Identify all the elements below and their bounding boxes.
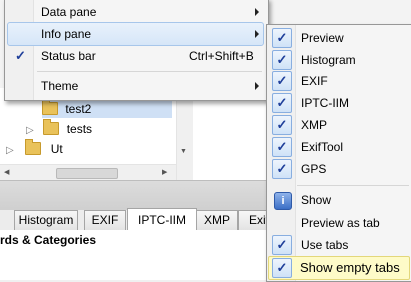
menu-item-label: Show empty tabs (300, 260, 400, 275)
tree-item-test2[interactable]: test2 (42, 99, 172, 118)
check-icon: ✓ (272, 50, 292, 70)
submenu-arrow-icon (255, 82, 259, 90)
menu-item-preview-as-tab[interactable]: Preview as tab (269, 212, 409, 234)
menu-item-show-empty-tabs[interactable]: ✓ Show empty tabs (268, 256, 410, 280)
menu-item-label: Data pane (41, 5, 97, 19)
menu-item-iptc-iim[interactable]: ✓ IPTC-IIM (269, 92, 409, 114)
menu-item-label: Theme (41, 79, 79, 93)
check-icon: ✓ (272, 235, 292, 255)
menu-item-gps[interactable]: ✓ GPS (269, 158, 409, 180)
tree-vertical-scrollbar[interactable]: ▼ (176, 88, 193, 180)
scrollbar-thumb[interactable] (56, 168, 118, 179)
info-pane-submenu: ✓ Preview ✓ Histogram ✓ EXIF ✓ IPTC-IIM … (266, 24, 411, 282)
menu-item-histogram[interactable]: ✓ Histogram (269, 49, 409, 71)
menu-separator (37, 71, 262, 72)
tab-xmp[interactable]: XMP (196, 210, 238, 230)
menu-item-label: GPS (301, 162, 327, 176)
menu-item-theme[interactable]: Theme (7, 75, 264, 97)
menu-item-status-bar[interactable]: ✓ Status bar Ctrl+Shift+B (7, 45, 264, 67)
scroll-right-icon[interactable]: ▶ (162, 168, 167, 176)
menu-item-exif[interactable]: ✓ EXIF (269, 70, 409, 92)
menu-item-use-tabs[interactable]: ✓ Use tabs (269, 234, 409, 256)
tree-item-label: test2 (65, 102, 92, 116)
menu-item-label: Show (301, 193, 332, 207)
scroll-left-icon[interactable]: ◀ (4, 168, 9, 176)
tab-exif[interactable]: EXIF (84, 210, 126, 230)
check-icon: ✓ (272, 93, 292, 113)
folder-icon (43, 119, 60, 135)
menu-item-label: EXIF (301, 74, 328, 88)
menu-item-label: Info pane (41, 27, 92, 41)
menu-item-data-pane[interactable]: Data pane (7, 1, 264, 23)
menu-item-xmp[interactable]: ✓ XMP (269, 114, 409, 136)
menu-item-label: IPTC-IIM (301, 96, 349, 110)
view-menu: Data pane Info pane ✓ Status bar Ctrl+Sh… (4, 0, 269, 101)
menu-item-preview[interactable]: ✓ Preview (269, 27, 409, 49)
menu-item-label: Use tabs (301, 238, 349, 252)
menu-item-label: ExifTool (301, 140, 344, 154)
folder-icon (25, 139, 42, 155)
menu-item-label: Preview (301, 31, 344, 45)
menu-item-label: Histogram (301, 53, 356, 67)
menu-item-label: Status bar (41, 49, 96, 63)
menu-item-shortcut: Ctrl+Shift+B (189, 49, 254, 63)
menu-item-show[interactable]: i Show (269, 189, 409, 211)
menu-item-exiftool[interactable]: ✓ ExifTool (269, 136, 409, 158)
check-icon: ✓ (272, 28, 292, 48)
expand-arrow-icon[interactable]: ▷ (26, 122, 36, 140)
check-icon: ✓ (272, 115, 292, 135)
check-icon: ✓ (272, 137, 292, 157)
expand-arrow-icon[interactable]: ▷ (6, 142, 16, 160)
info-icon: i (274, 192, 292, 210)
tree-item-label: tests (66, 122, 93, 136)
check-icon: ✓ (272, 159, 292, 179)
menu-item-label: XMP (301, 118, 328, 132)
scroll-down-icon[interactable]: ▼ (180, 148, 187, 155)
menu-item-info-pane[interactable]: Info pane (7, 22, 264, 46)
tree-item-label: Ut (50, 142, 63, 156)
tree-item-ut[interactable]: ▷ Ut (6, 139, 63, 160)
check-icon: ✓ (272, 71, 292, 91)
tab-iptc-iim[interactable]: IPTC-IIM (127, 208, 197, 231)
tree-item-tests[interactable]: ▷ tests (26, 119, 93, 140)
panel-heading: rds & Categories (0, 233, 97, 247)
tab-histogram[interactable]: Histogram (14, 210, 78, 230)
check-icon: ✓ (15, 48, 26, 63)
check-icon: ✓ (272, 258, 292, 278)
submenu-arrow-icon (255, 30, 259, 38)
menu-item-label: Preview as tab (301, 216, 380, 230)
submenu-arrow-icon (255, 8, 259, 16)
menu-separator (297, 185, 409, 186)
folder-icon (42, 99, 58, 115)
